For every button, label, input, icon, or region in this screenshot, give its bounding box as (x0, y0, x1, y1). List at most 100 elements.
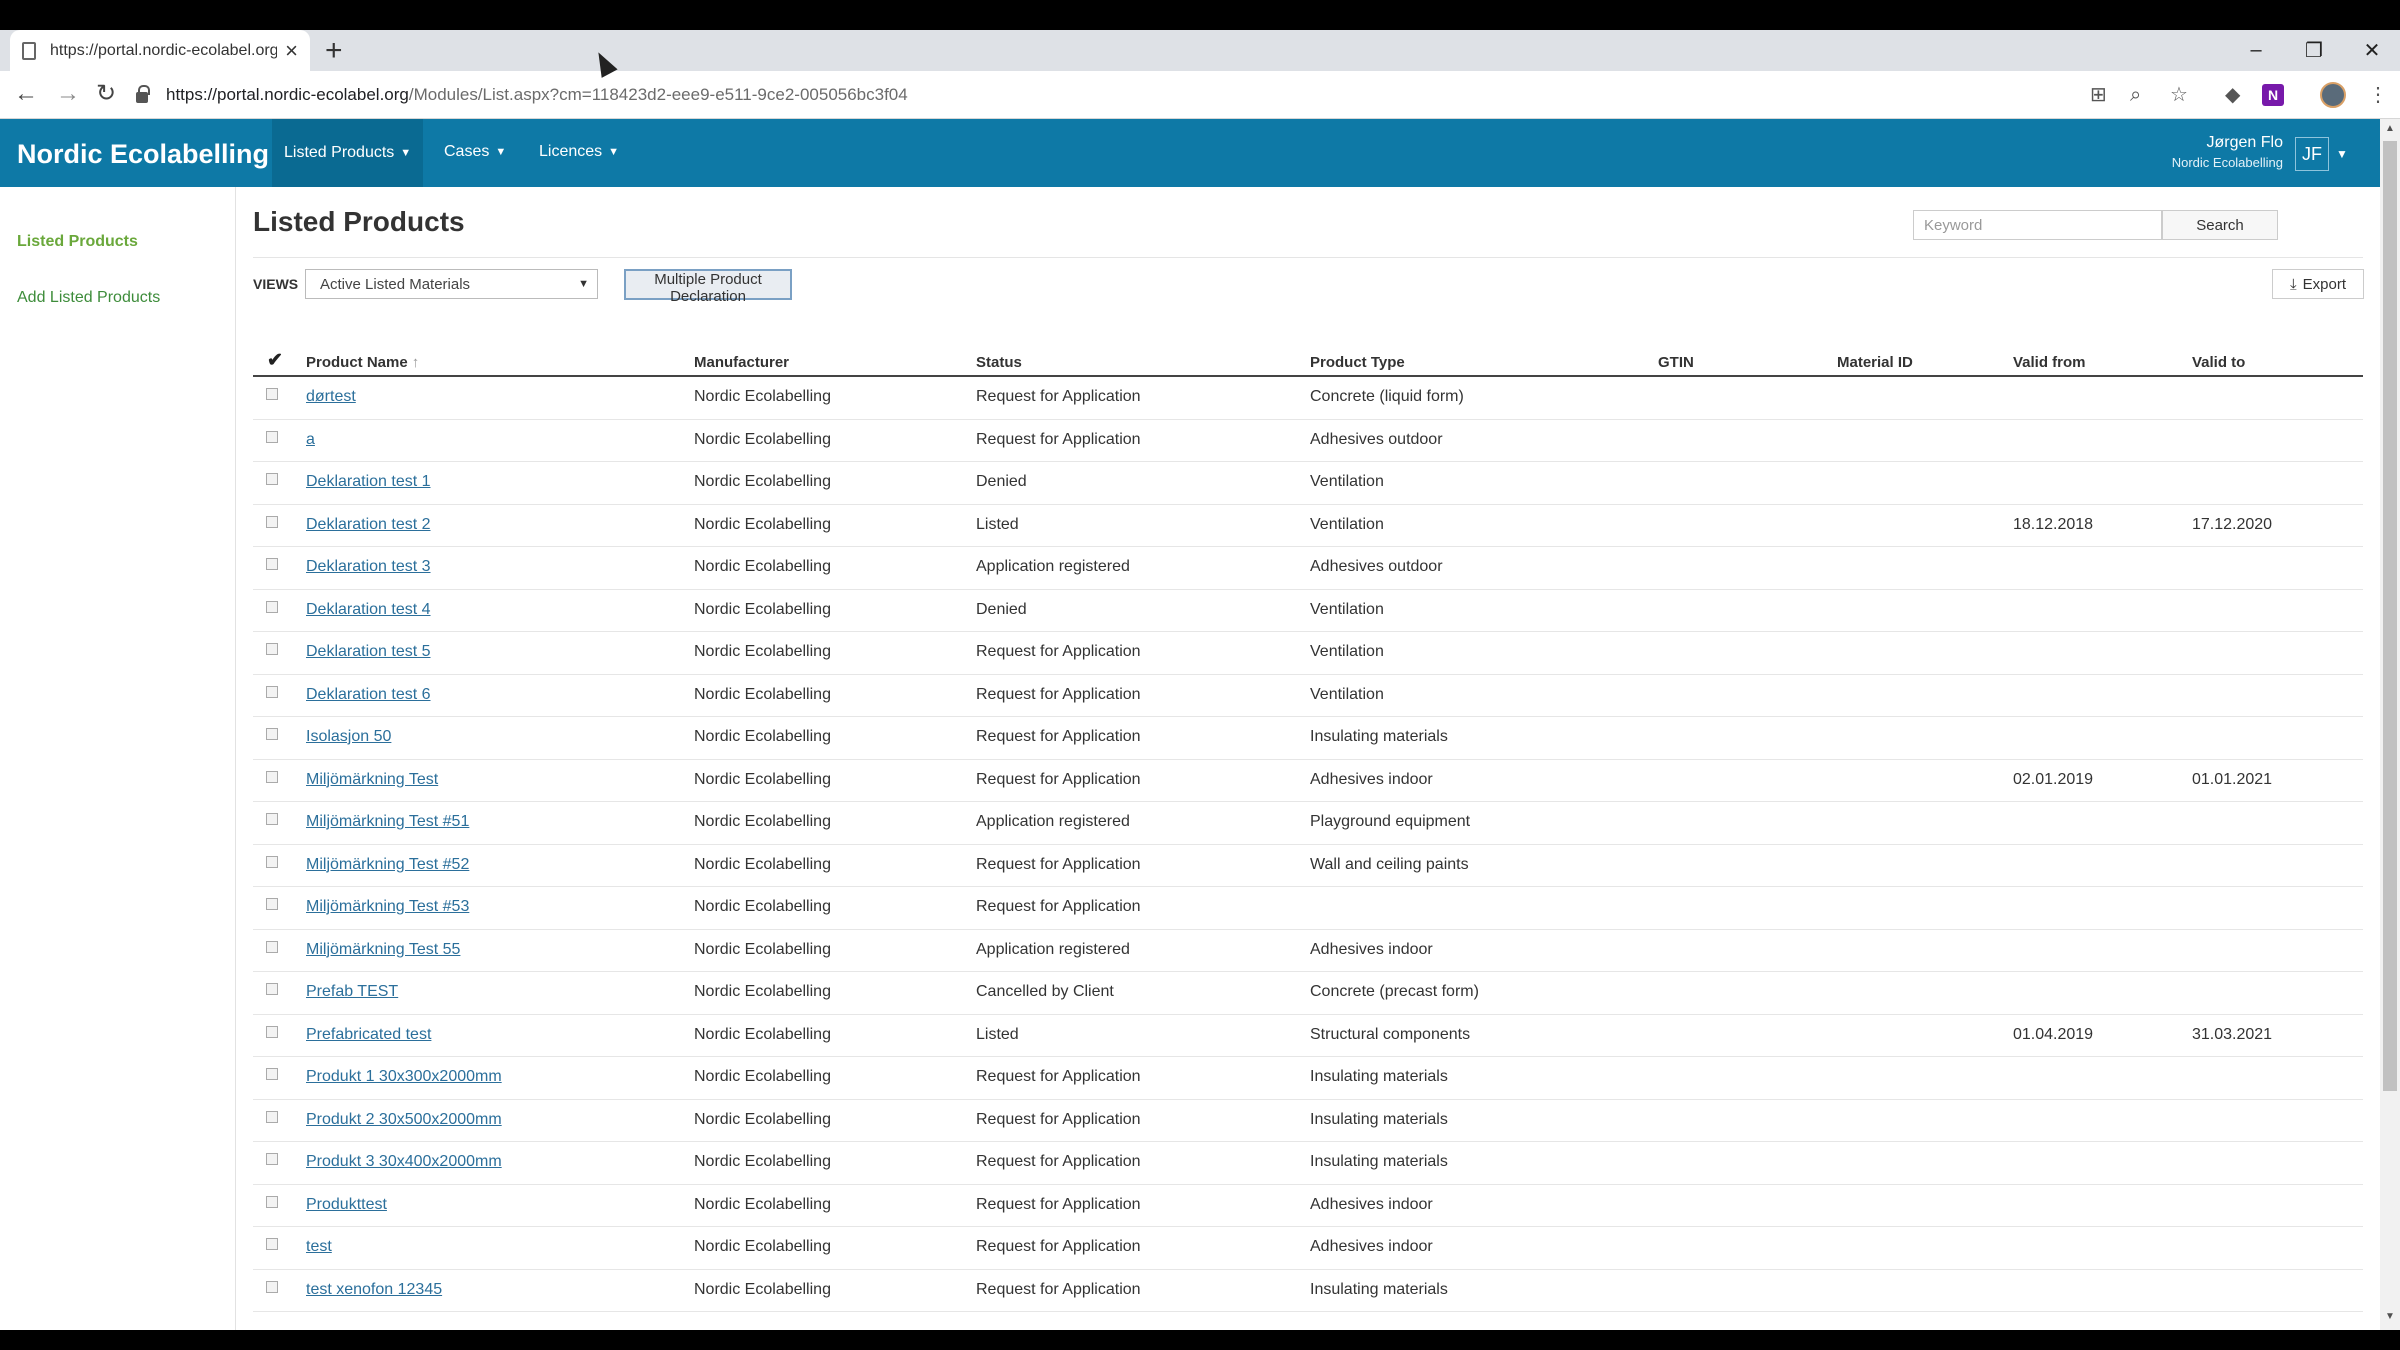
reload-icon[interactable]: ↻ (96, 81, 116, 107)
scroll-up-icon[interactable]: ▲ (2385, 123, 2395, 134)
star-icon[interactable]: ☆ (2170, 83, 2188, 107)
nav-listed-products[interactable]: Listed Products ▼ (272, 119, 424, 187)
table-row[interactable]: Prefab TEST Nordic Ecolabelling Cancelled … (253, 972, 2363, 1015)
nav-cases[interactable]: Cases ▼ (444, 143, 506, 161)
product-name-link[interactable]: Deklaration test 4 (306, 601, 431, 619)
product-name-link[interactable]: Miljömärkning Test (306, 771, 438, 789)
column-header-valid-to[interactable]: Valid to (2192, 354, 2245, 371)
table-row[interactable]: Deklaration test 6 Nordic Ecolabelling Req… (253, 675, 2363, 717)
row-checkbox[interactable] (266, 643, 278, 655)
table-row[interactable]: Prefabricated test Nordic Ecolabelling Lis… (253, 1015, 2363, 1057)
table-row[interactable]: Produkt 2 30x500x2000mm Nordic Ecolabelli… (253, 1100, 2363, 1142)
table-row[interactable]: Deklaration test 2 Nordic Ecolabelling Lis… (253, 505, 2363, 547)
table-row[interactable]: test Nordic Ecolabelling Request for Appli… (253, 1227, 2363, 1270)
column-header-product-name[interactable]: Product Name ↑ (306, 354, 419, 371)
profile-icon[interactable] (2320, 82, 2346, 108)
row-checkbox[interactable] (266, 388, 278, 400)
row-checkbox[interactable] (266, 1195, 278, 1208)
table-row[interactable]: Miljömärkning Test 55 Nordic Ecolabelling… (253, 930, 2363, 972)
column-header-material-id[interactable]: Material ID (1837, 354, 1913, 371)
table-row[interactable]: Miljömärkning Test #52 Nordic Ecolabellin… (253, 845, 2363, 887)
user-menu[interactable]: Jørgen Flo Nordic Ecolabelling (2172, 134, 2283, 170)
product-name-link[interactable]: Miljömärkning Test #53 (306, 898, 469, 916)
table-row[interactable]: Produkttest Nordic Ecolabelling Request fo… (253, 1185, 2363, 1227)
search-input[interactable] (1913, 210, 2162, 240)
product-name-link[interactable]: test (306, 1238, 332, 1256)
table-row[interactable]: Deklaration test 4 Nordic Ecolabelling Den… (253, 590, 2363, 632)
table-row[interactable]: Isolasjon 50 Nordic Ecolabelling Request f… (253, 717, 2363, 760)
column-header-gtin[interactable]: GTIN (1658, 354, 1694, 371)
table-row[interactable]: test xenofon 12345 Nordic Ecolabelling Req… (253, 1270, 2363, 1312)
product-name-link[interactable]: Prefab TEST (306, 983, 398, 1001)
scrollbar-thumb[interactable] (2383, 141, 2397, 1091)
table-row[interactable]: a Nordic Ecolabelling Request for Applicat… (253, 420, 2363, 462)
table-row[interactable]: dørtest Nordic Ecolabelling Request for Ap… (253, 377, 2363, 420)
row-checkbox[interactable] (266, 728, 278, 740)
row-checkbox[interactable] (266, 558, 278, 570)
restore-icon[interactable]: ❐ (2286, 30, 2342, 71)
views-select[interactable]: Active Listed Materials ▼ (305, 269, 598, 299)
row-checkbox[interactable] (266, 940, 278, 953)
sidebar-item-listed-products[interactable]: Listed Products (17, 233, 138, 251)
product-name-link[interactable]: Produkttest (306, 1196, 387, 1214)
row-checkbox[interactable] (266, 1068, 278, 1080)
column-header-valid-from[interactable]: Valid from (2013, 354, 2086, 371)
product-name-link[interactable]: Deklaration test 1 (306, 473, 431, 491)
row-checkbox[interactable] (266, 473, 278, 485)
table-row[interactable]: Deklaration test 1 Nordic Ecolabelling Den… (253, 462, 2363, 505)
row-checkbox[interactable] (266, 770, 278, 783)
column-header-manufacturer[interactable]: Manufacturer (694, 354, 789, 371)
scroll-down-icon[interactable]: ▼ (2385, 1311, 2395, 1322)
product-name-link[interactable]: Deklaration test 2 (306, 516, 431, 534)
row-checkbox[interactable] (266, 898, 278, 910)
avatar[interactable]: JF (2295, 137, 2329, 171)
row-checkbox[interactable] (266, 813, 278, 825)
brand-logo[interactable]: Nordic Ecolabelling (17, 139, 269, 170)
row-checkbox[interactable] (266, 1110, 278, 1123)
page-scrollbar[interactable]: ▲ ▼ (2380, 119, 2400, 1330)
minimize-icon[interactable]: – (2228, 30, 2284, 71)
table-row[interactable]: Deklaration test 5 Nordic Ecolabelling Req… (253, 632, 2363, 675)
row-checkbox[interactable] (266, 685, 278, 698)
plus-icon[interactable]: + (325, 36, 343, 66)
table-row[interactable]: Miljömärkning Test Nordic Ecolabelling Req… (253, 760, 2363, 802)
product-name-link[interactable]: a (306, 431, 315, 449)
product-name-link[interactable]: Produkt 1 30x300x2000mm (306, 1068, 502, 1086)
product-name-link[interactable]: test xenofon 12345 (306, 1281, 442, 1299)
extension-icon[interactable]: ◆ (2225, 83, 2240, 107)
table-row[interactable]: Produkt 1 30x300x2000mm Nordic Ecolabelli… (253, 1057, 2363, 1100)
search-button[interactable]: Search (2162, 210, 2278, 240)
row-checkbox[interactable] (266, 600, 278, 613)
product-name-link[interactable]: Isolasjon 50 (306, 728, 391, 746)
product-name-link[interactable]: Deklaration test 5 (306, 643, 431, 661)
product-name-link[interactable]: Miljömärkning Test #51 (306, 813, 469, 831)
menu-icon[interactable]: ⋮ (2368, 83, 2388, 107)
checkmark-icon[interactable]: ✔ (267, 349, 283, 372)
table-row[interactable]: Miljömärkning Test #53 Nordic Ecolabellin… (253, 887, 2363, 930)
onenote-icon[interactable]: N (2262, 84, 2284, 106)
row-checkbox[interactable] (266, 1238, 278, 1250)
product-name-link[interactable]: Produkt 3 30x400x2000mm (306, 1153, 502, 1171)
export-button[interactable]: ⤓ Export (2272, 269, 2364, 299)
row-checkbox[interactable] (266, 983, 278, 995)
column-header-status[interactable]: Status (976, 354, 1022, 371)
back-icon[interactable]: ← (14, 81, 38, 107)
translate-icon[interactable]: ⊞ (2090, 83, 2107, 107)
multiple-product-declaration-button[interactable]: Multiple Product Declaration (624, 269, 792, 305)
row-checkbox[interactable] (266, 430, 278, 443)
browser-tab[interactable]: https://portal.nordic-ecolabel.org × (10, 30, 310, 71)
row-checkbox[interactable] (266, 1025, 278, 1038)
zoom-icon[interactable]: ⌕ (2130, 83, 2141, 107)
row-checkbox[interactable] (266, 1153, 278, 1165)
row-checkbox[interactable] (266, 515, 278, 528)
chevron-down-icon[interactable]: ▼ (2336, 147, 2348, 161)
address-bar[interactable]: https://portal.nordic-ecolabel.org/Modul… (136, 78, 2126, 112)
table-row[interactable]: Miljömärkning Test #51 Nordic Ecolabellin… (253, 802, 2363, 845)
table-row[interactable]: Produkt 3 30x400x2000mm Nordic Ecolabelli… (253, 1142, 2363, 1185)
row-checkbox[interactable] (266, 1280, 278, 1293)
product-name-link[interactable]: dørtest (306, 388, 356, 406)
close-icon[interactable]: × (285, 38, 298, 64)
product-name-link[interactable]: Miljömärkning Test 55 (306, 941, 460, 959)
product-name-link[interactable]: Produkt 2 30x500x2000mm (306, 1111, 502, 1129)
product-name-link[interactable]: Miljömärkning Test #52 (306, 856, 469, 874)
